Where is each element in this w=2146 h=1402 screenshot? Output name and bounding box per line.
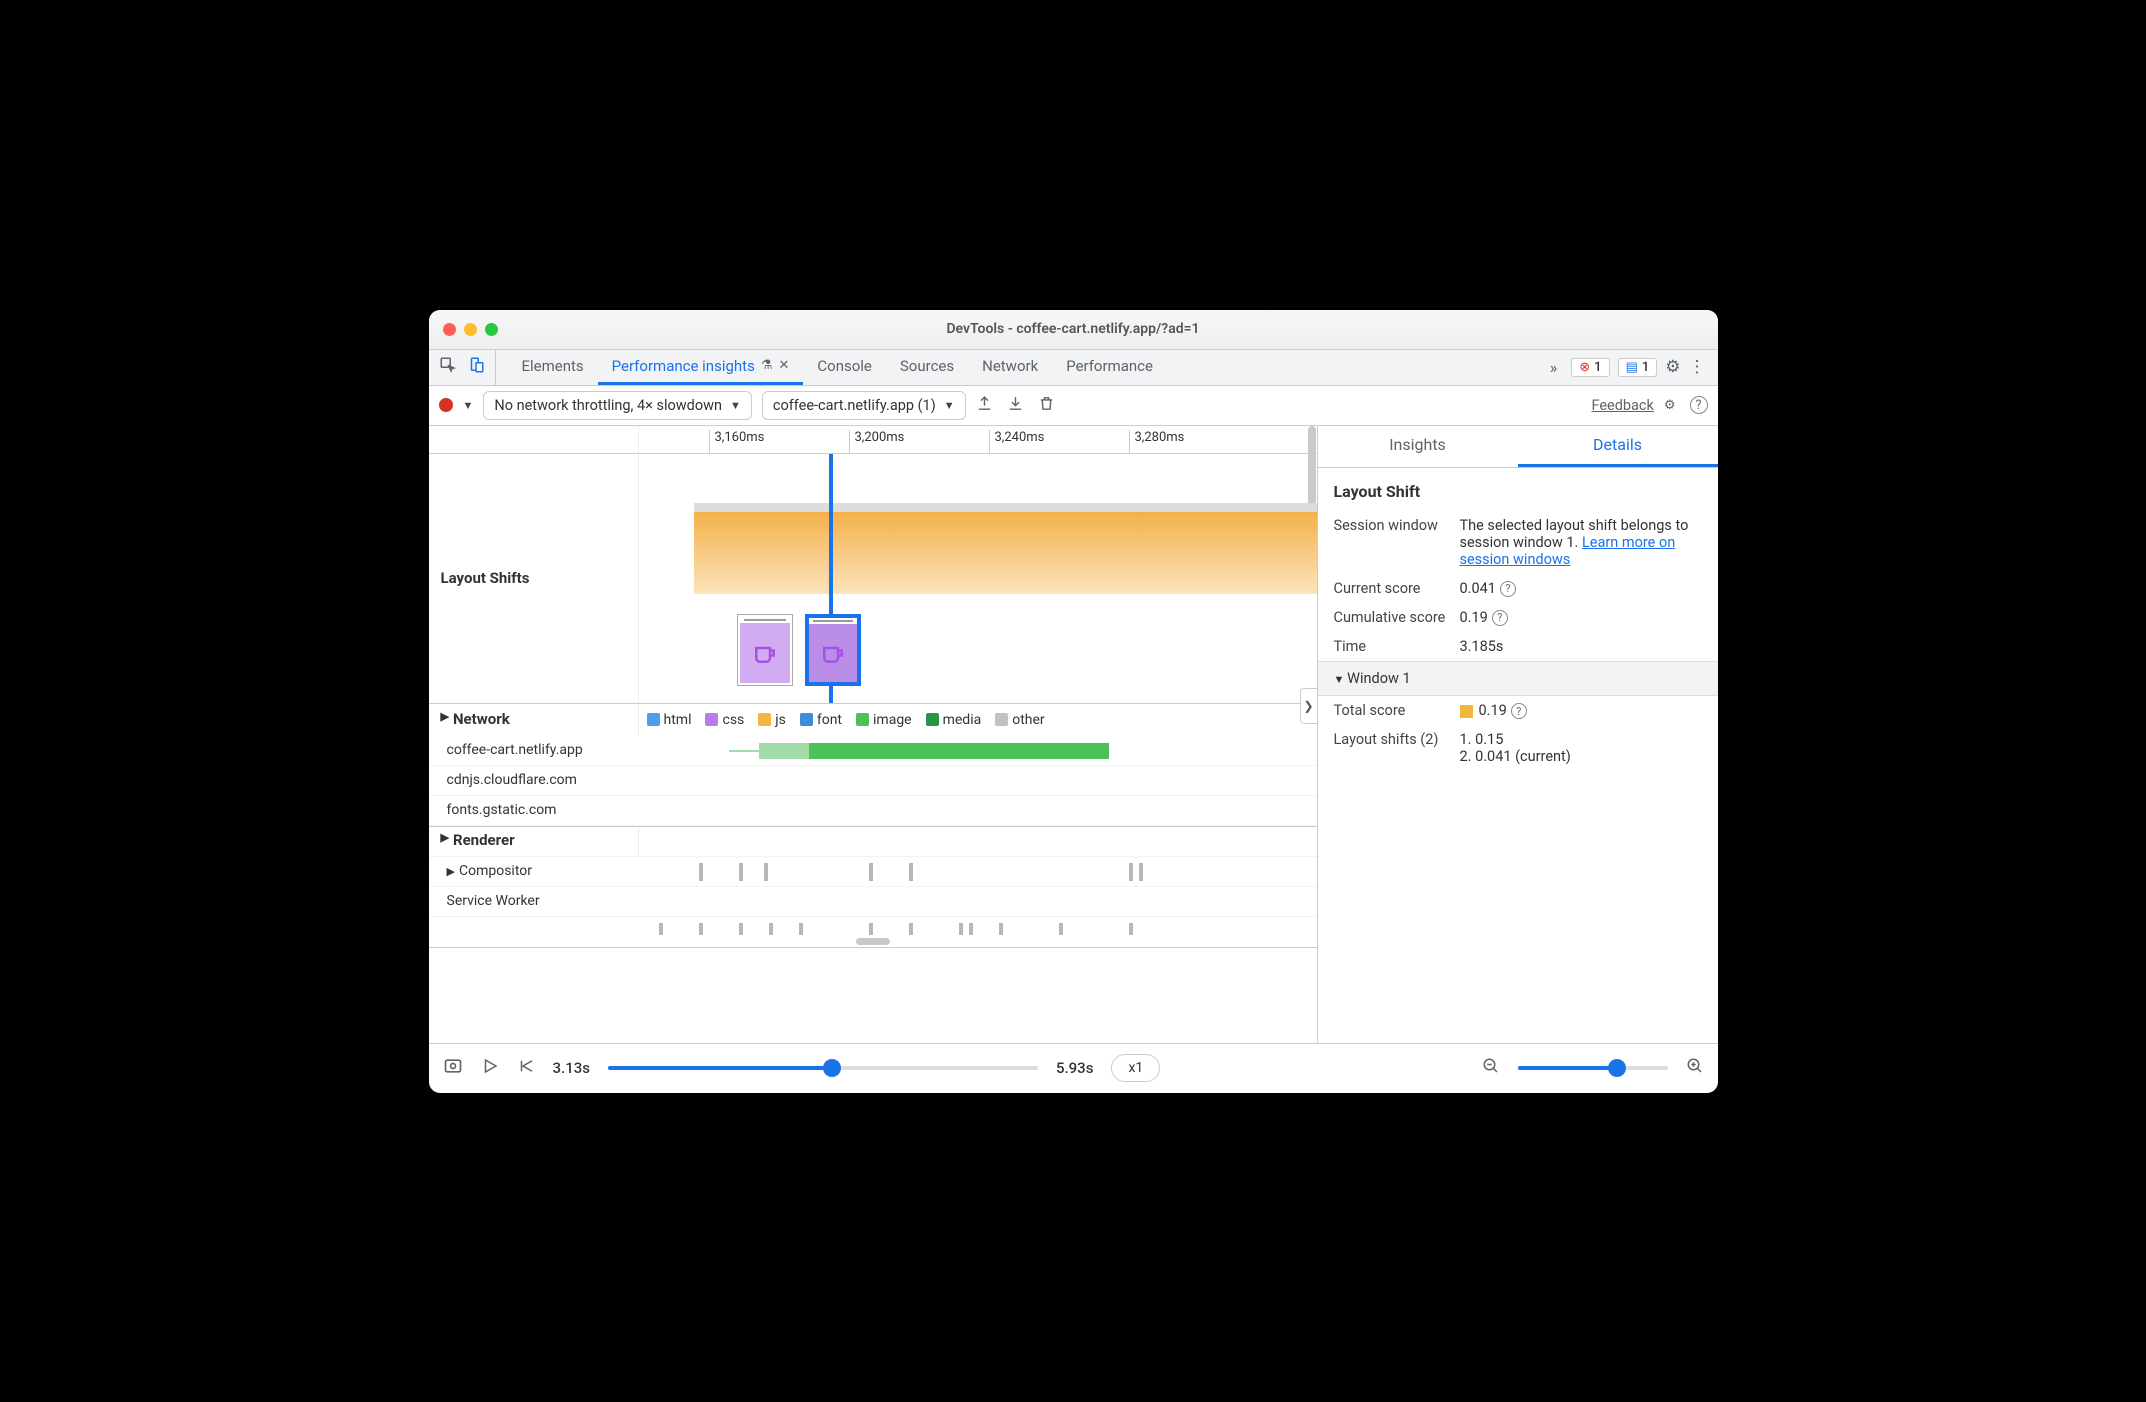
window-title: DevTools - coffee-cart.netlify.app/?ad=1 bbox=[946, 321, 1199, 337]
network-host-row[interactable]: coffee-cart.netlify.app bbox=[429, 736, 1317, 766]
legend-html: html bbox=[647, 712, 692, 728]
zoom-in-icon[interactable] bbox=[1686, 1057, 1704, 1079]
close-panel-icon[interactable]: ✕ bbox=[778, 358, 789, 373]
errors-badge[interactable]: ⊗1 bbox=[1571, 358, 1609, 377]
legend-image: image bbox=[856, 712, 912, 728]
panel-tabs-row: Elements Performance insights ⚗ ✕ Consol… bbox=[429, 350, 1718, 386]
horizontal-scroll-pill[interactable] bbox=[856, 938, 890, 945]
time-ruler[interactable]: 3,160ms 3,200ms 3,240ms 3,280ms bbox=[429, 426, 1317, 454]
tab-performance-insights[interactable]: Performance insights ⚗ ✕ bbox=[598, 350, 804, 385]
layout-shift-item[interactable]: 1. 0.15 bbox=[1460, 731, 1702, 748]
start-time: 3.13s bbox=[553, 1059, 590, 1077]
minimize-window[interactable] bbox=[464, 323, 477, 336]
flask-icon: ⚗ bbox=[761, 358, 773, 373]
network-host-row[interactable]: cdnjs.cloudflare.com bbox=[429, 766, 1317, 796]
tab-performance[interactable]: Performance bbox=[1052, 350, 1167, 385]
inspect-element-icon[interactable] bbox=[439, 356, 457, 378]
help-icon[interactable]: ? bbox=[1500, 581, 1516, 597]
play-icon[interactable] bbox=[481, 1057, 499, 1079]
renderer-track: ▶Renderer ▶Compositor Service Worker bbox=[429, 827, 1317, 948]
legend-font: font bbox=[800, 712, 842, 728]
more-menu-icon[interactable]: ⋮ bbox=[1689, 357, 1706, 377]
details-pane: Insights Details Layout Shift Session wi… bbox=[1318, 426, 1718, 1043]
renderer-label[interactable]: Renderer bbox=[453, 831, 515, 849]
layout-shift-item[interactable]: 2. 0.041 (current) bbox=[1460, 748, 1702, 765]
recording-select[interactable]: coffee-cart.netlify.app (1)▼ bbox=[762, 391, 966, 420]
network-host-row[interactable]: fonts.gstatic.com bbox=[429, 796, 1317, 826]
playback-speed[interactable]: x1 bbox=[1111, 1054, 1160, 1082]
legend-other: other bbox=[995, 712, 1044, 728]
toolbar: ▼ No network throttling, 4× slowdown▼ co… bbox=[429, 386, 1718, 426]
panel-settings-icon[interactable]: ⚙ bbox=[1664, 398, 1676, 413]
ruler-tick: 3,200ms bbox=[849, 430, 905, 454]
ruler-tick: 3,240ms bbox=[989, 430, 1045, 454]
settings-icon[interactable]: ⚙ bbox=[1665, 357, 1680, 377]
insights-tab[interactable]: Insights bbox=[1318, 426, 1518, 467]
feedback-link[interactable]: Feedback bbox=[1591, 397, 1653, 414]
ruler-tick: 3,280ms bbox=[1129, 430, 1185, 454]
tab-sources[interactable]: Sources bbox=[886, 350, 968, 385]
network-track: ▶Network html css js font image media ot… bbox=[429, 704, 1317, 827]
throttling-select[interactable]: No network throttling, 4× slowdown▼ bbox=[483, 391, 752, 420]
layout-shift-thumbnail-selected[interactable] bbox=[805, 614, 861, 686]
legend-css: css bbox=[705, 712, 744, 728]
details-tab[interactable]: Details bbox=[1518, 426, 1718, 467]
import-icon[interactable] bbox=[1007, 395, 1024, 416]
zoom-out-icon[interactable] bbox=[1482, 1057, 1500, 1079]
issues-badge[interactable]: ▤1 bbox=[1618, 358, 1658, 377]
tab-network[interactable]: Network bbox=[968, 350, 1052, 385]
legend-media: media bbox=[926, 712, 982, 728]
layout-shifts-track: Layout Shifts bbox=[429, 454, 1317, 704]
help-icon[interactable]: ? bbox=[1686, 396, 1708, 414]
maximize-window[interactable] bbox=[485, 323, 498, 336]
details-heading: Layout Shift bbox=[1318, 468, 1718, 511]
tab-console[interactable]: Console bbox=[803, 350, 886, 385]
network-label[interactable]: Network bbox=[453, 710, 510, 728]
session-window-bar bbox=[694, 503, 1317, 512]
close-window[interactable] bbox=[443, 323, 456, 336]
layout-shifts-label: Layout Shifts bbox=[429, 454, 639, 703]
rewind-icon[interactable] bbox=[517, 1057, 535, 1079]
titlebar: DevTools - coffee-cart.netlify.app/?ad=1 bbox=[429, 310, 1718, 350]
playback-bar: 3.13s 5.93s x1 bbox=[429, 1043, 1718, 1093]
legend-js: js bbox=[758, 712, 786, 728]
window-1-header[interactable]: Window 1 bbox=[1318, 661, 1718, 696]
help-icon[interactable]: ? bbox=[1492, 610, 1508, 626]
tab-elements[interactable]: Elements bbox=[508, 350, 598, 385]
zoom-slider[interactable] bbox=[1518, 1066, 1668, 1070]
ruler-tick: 3,160ms bbox=[709, 430, 765, 454]
preview-icon[interactable] bbox=[443, 1056, 463, 1080]
window-controls bbox=[443, 323, 498, 336]
time-slider[interactable] bbox=[608, 1066, 1038, 1070]
record-button[interactable] bbox=[439, 398, 453, 412]
record-options[interactable]: ▼ bbox=[463, 399, 474, 412]
session-window-area[interactable] bbox=[694, 512, 1317, 594]
help-icon[interactable]: ? bbox=[1511, 703, 1527, 719]
device-toggle-icon[interactable] bbox=[467, 356, 485, 378]
timeline-pane: 3,160ms 3,200ms 3,240ms 3,280ms Layout S… bbox=[429, 426, 1318, 1043]
collapse-sidebar-icon[interactable]: ❯ bbox=[1300, 688, 1318, 724]
end-time: 5.93s bbox=[1056, 1059, 1093, 1077]
more-tabs-icon[interactable]: » bbox=[1544, 358, 1564, 377]
compositor-row[interactable]: ▶Compositor bbox=[429, 857, 1317, 887]
export-icon[interactable] bbox=[976, 395, 993, 416]
delete-icon[interactable] bbox=[1038, 395, 1055, 416]
layout-shift-thumbnail[interactable] bbox=[737, 614, 793, 686]
service-worker-row[interactable]: Service Worker bbox=[429, 887, 1317, 917]
